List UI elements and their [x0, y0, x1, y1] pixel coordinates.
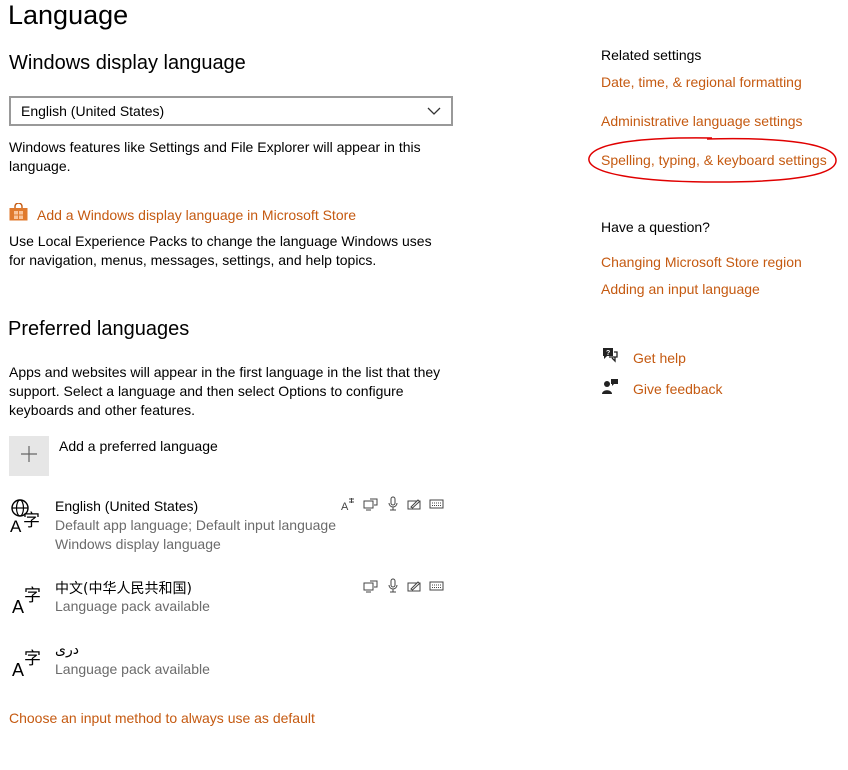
speech-feature-icon — [363, 497, 379, 511]
svg-text:字: 字 — [24, 586, 41, 606]
give-feedback-row[interactable]: Give feedback — [601, 378, 723, 400]
store-link-row[interactable]: Add a Windows display language in Micros… — [9, 202, 356, 226]
help-chat-icon: ? — [601, 347, 619, 368]
display-language-feature-icon: A — [341, 497, 355, 511]
lxp-description: Use Local Experience Packs to change the… — [9, 233, 432, 268]
svg-text:A: A — [10, 517, 22, 534]
keyboard-icon — [429, 580, 444, 592]
feedback-person-icon — [601, 378, 619, 400]
language-name[interactable]: 中文(中华人民共和国) — [55, 578, 192, 598]
handwriting-icon — [407, 497, 421, 511]
preferred-languages-heading: Preferred languages — [8, 318, 190, 340]
page-title: Language — [8, 0, 129, 30]
language-feature-icons: A — [341, 496, 444, 511]
get-help-row[interactable]: ? Get help — [601, 347, 686, 368]
keyboard-icon — [429, 498, 444, 510]
language-feature-icons — [363, 578, 444, 593]
get-help-link[interactable]: Get help — [633, 350, 686, 366]
display-language-heading: Windows display language — [9, 52, 246, 74]
add-language-label[interactable]: Add a preferred language — [59, 438, 218, 454]
add-language-button[interactable] — [9, 436, 49, 476]
store-region-link[interactable]: Changing Microsoft Store region — [601, 254, 802, 270]
adding-input-language-link[interactable]: Adding an input language — [601, 281, 760, 297]
language-status: Language pack available — [55, 661, 210, 677]
svg-text:字: 字 — [24, 649, 41, 669]
svg-text:?: ? — [606, 350, 610, 357]
display-language-selected: English (United States) — [21, 103, 165, 119]
chevron-down-icon — [427, 107, 441, 115]
microphone-icon — [387, 496, 399, 511]
preferred-languages-description: Apps and websites will appear in the fir… — [9, 364, 441, 418]
regional-formatting-link[interactable]: Date, time, & regional formatting — [601, 74, 802, 90]
svg-text:A: A — [12, 597, 24, 616]
related-settings-heading: Related settings — [601, 47, 702, 63]
display-language-dropdown[interactable]: English (United States) — [9, 96, 453, 126]
add-display-language-link[interactable]: Add a Windows display language in Micros… — [37, 207, 356, 223]
svg-text:A: A — [12, 660, 24, 679]
svg-text:A: A — [341, 501, 349, 511]
microphone-icon — [387, 578, 399, 593]
administrative-language-link[interactable]: Administrative language settings — [601, 113, 803, 129]
speech-feature-icon — [363, 579, 379, 593]
language-name[interactable]: English (United States) — [55, 498, 198, 514]
language-globe-icon: A 字 — [9, 498, 45, 539]
language-status: Default app language; Default input lang… — [55, 517, 336, 533]
language-name[interactable]: دری — [55, 642, 79, 658]
annotation-oval — [588, 137, 837, 183]
plus-icon — [20, 445, 38, 468]
language-status: Windows display language — [55, 536, 221, 552]
handwriting-icon — [407, 579, 421, 593]
question-heading: Have a question? — [601, 219, 710, 235]
language-icon: A 字 — [9, 643, 45, 684]
language-icon: A 字 — [9, 580, 45, 621]
give-feedback-link[interactable]: Give feedback — [633, 381, 723, 397]
language-status: Language pack available — [55, 598, 210, 614]
input-method-link[interactable]: Choose an input method to always use as … — [9, 710, 315, 726]
display-language-description: Windows features like Settings and File … — [9, 139, 421, 174]
svg-text:字: 字 — [23, 511, 40, 531]
store-bag-icon — [9, 202, 28, 226]
